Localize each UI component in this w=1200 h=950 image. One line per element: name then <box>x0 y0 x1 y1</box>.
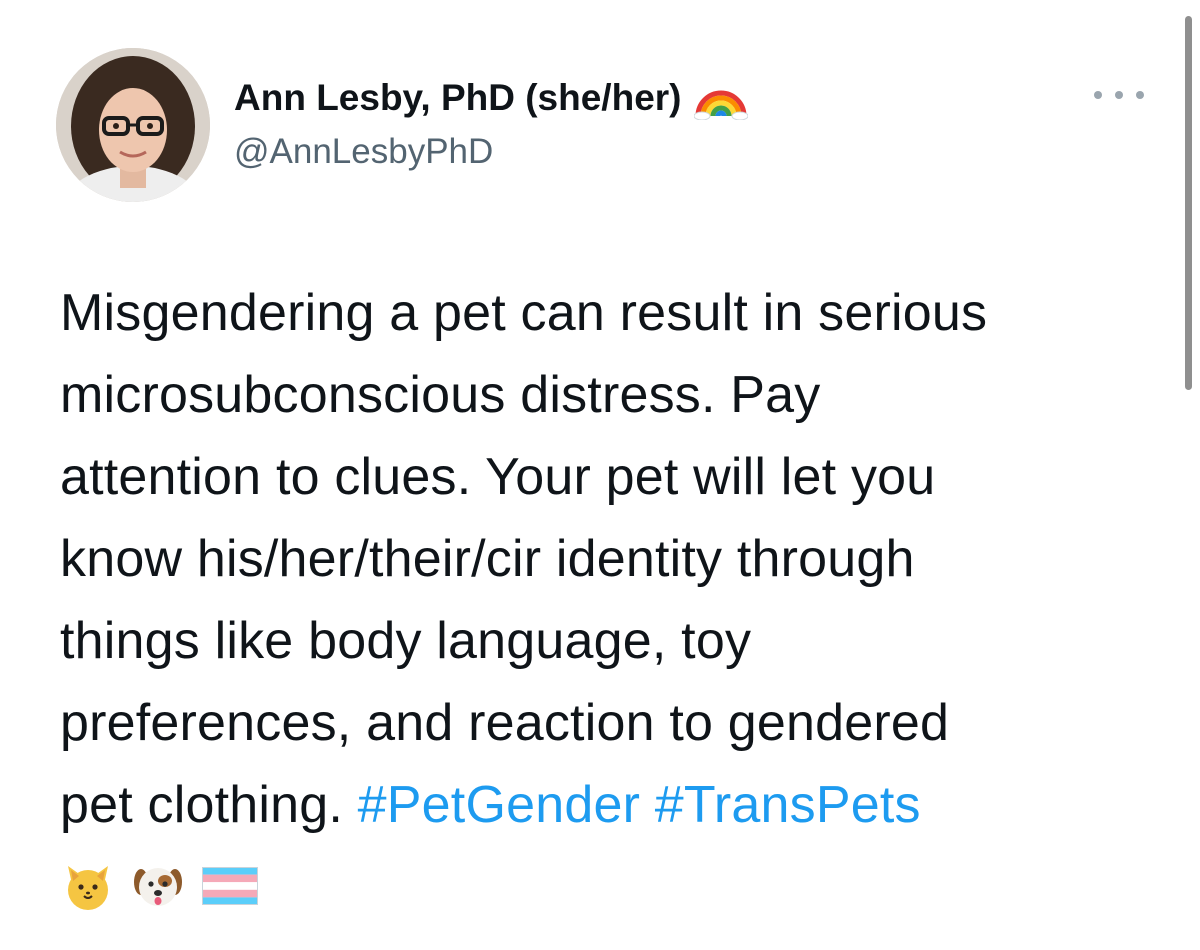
tweet-text-line: attention to clues. Your pet will let yo… <box>60 448 936 506</box>
hashtag-petgender[interactable]: #PetGender <box>358 776 640 834</box>
tweet-text: Misgendering a pet can result in serious… <box>60 272 1160 846</box>
tweet-text-end: pet clothing. <box>60 776 344 834</box>
avatar-photo <box>56 48 210 202</box>
tweet-text-line-last: pet clothing. #PetGender #TransPets <box>60 764 1160 846</box>
author-handle[interactable]: @AnnLesbyPhD <box>234 130 493 174</box>
tweet-text-line: preferences, and reaction to gendered <box>60 694 950 752</box>
cat-face-icon <box>62 860 114 912</box>
tweet-text-line: Misgendering a pet can result in serious <box>60 284 988 342</box>
hashtag-transpets[interactable]: #TransPets <box>655 776 921 834</box>
author-display-name[interactable]: Ann Lesby, PhD (she/her) <box>234 76 748 121</box>
transgender-flag-icon <box>202 867 258 905</box>
avatar[interactable] <box>56 48 210 202</box>
more-icon-dot <box>1115 91 1123 99</box>
more-icon <box>1094 91 1102 99</box>
dog-face-icon <box>132 860 184 912</box>
emoji-row <box>62 858 258 914</box>
scrollbar[interactable] <box>1185 16 1192 390</box>
more-icon-dot <box>1136 91 1144 99</box>
tweet-text-line: know his/her/their/cir identity through <box>60 530 915 588</box>
display-name-text: Ann Lesby, PhD (she/her) <box>234 77 682 118</box>
tweet-text-line: microsubconscious distress. Pay <box>60 366 821 424</box>
more-options-button[interactable] <box>1094 80 1144 110</box>
tweet-text-line: things like body language, toy <box>60 612 752 670</box>
rainbow-icon <box>693 76 748 121</box>
